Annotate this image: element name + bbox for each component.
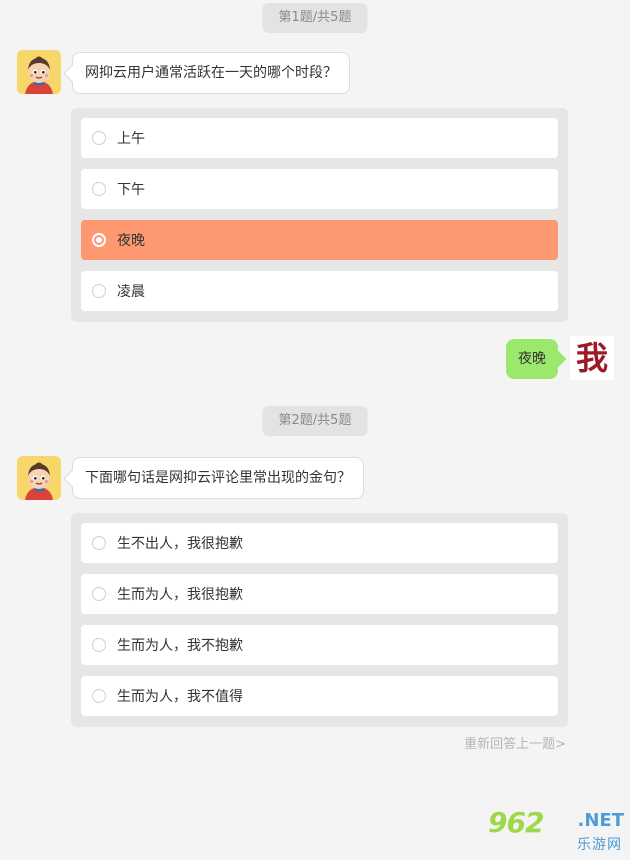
question-progress-2: 第2题/共5题 <box>262 406 368 436</box>
watermark-site-name: 乐游网 <box>577 837 622 853</box>
option-label: 生而为人，我不抱歉 <box>117 638 243 654</box>
option-label: 下午 <box>117 182 145 198</box>
redo-previous-question-link[interactable]: 重新回答上一题> <box>464 733 566 752</box>
radio-circle-icon[interactable] <box>92 284 106 298</box>
question-progress-1: 第1题/共5题 <box>262 3 368 33</box>
question-1-options: 上午 下午 夜晚 凌晨 <box>71 108 568 322</box>
question-1-bubble: 网抑云用户通常活跃在一天的哪个时段？ <box>72 52 350 94</box>
question-2-options: 生不出人，我很抱歉 生而为人，我很抱歉 生而为人，我不抱歉 生而为人，我不值得 <box>71 513 568 727</box>
radio-circle-icon[interactable] <box>92 131 106 145</box>
q2-option-1[interactable]: 生不出人，我很抱歉 <box>81 523 558 563</box>
user-avatar: 我 <box>570 336 614 380</box>
radio-circle-icon[interactable] <box>92 536 106 550</box>
q2-option-2[interactable]: 生而为人，我很抱歉 <box>81 574 558 614</box>
q1-option-3-selected[interactable]: 夜晚 <box>81 220 558 260</box>
q2-option-4[interactable]: 生而为人，我不值得 <box>81 676 558 716</box>
radio-circle-icon[interactable] <box>92 638 106 652</box>
q1-option-1[interactable]: 上午 <box>81 118 558 158</box>
radio-circle-icon[interactable] <box>92 689 106 703</box>
bot-avatar-icon <box>17 50 61 94</box>
radio-selected-icon[interactable] <box>92 233 106 247</box>
watermark-number: 962 <box>488 806 544 839</box>
option-label: 生而为人，我很抱歉 <box>117 587 243 603</box>
q1-option-4[interactable]: 凌晨 <box>81 271 558 311</box>
option-label: 生不出人，我很抱歉 <box>117 536 243 552</box>
q2-option-3[interactable]: 生而为人，我不抱歉 <box>81 625 558 665</box>
site-watermark-logo: 962 .NET 乐游网 <box>488 806 624 854</box>
watermark-domain: .NET <box>577 810 624 831</box>
option-label: 生而为人，我不值得 <box>117 689 243 705</box>
option-label: 夜晚 <box>117 233 145 249</box>
radio-circle-icon[interactable] <box>92 587 106 601</box>
option-label: 上午 <box>117 131 145 147</box>
q1-option-2[interactable]: 下午 <box>81 169 558 209</box>
user-reply-bubble: 夜晚 <box>506 339 558 379</box>
radio-circle-icon[interactable] <box>92 182 106 196</box>
option-label: 凌晨 <box>117 284 145 300</box>
bot-avatar-icon <box>17 456 61 500</box>
question-2-bubble: 下面哪句话是网抑云评论里常出现的金句？ <box>72 457 364 499</box>
